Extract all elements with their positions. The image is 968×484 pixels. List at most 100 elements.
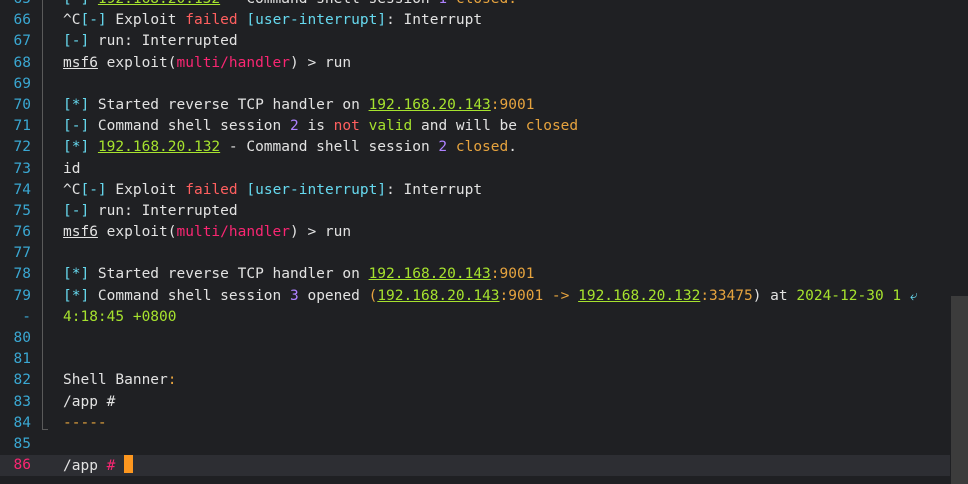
text-segment: ( — [167, 224, 177, 241]
terminal-line: 68 msf6 exploit(multi/handler) > run — [0, 53, 968, 74]
text-segment: ----- — [63, 414, 107, 431]
text-segment: : Interrupt — [386, 12, 483, 29]
text-segment: 192.168.20.132 — [97, 139, 221, 156]
text-segment: ) > run — [290, 54, 352, 71]
line-number: 66 — [13, 12, 31, 29]
terminal-line: 81 — [0, 349, 968, 370]
text-segment: :33475 — [700, 287, 753, 304]
line-number: 85 — [13, 435, 31, 452]
text-segment: msf6 — [63, 54, 98, 71]
text-segment: Started reverse TCP handler on — [89, 96, 369, 113]
terminal-line: - 4:18:45 +0800 — [0, 307, 968, 328]
text-segment: and will be — [412, 118, 526, 135]
text-segment: 192.168.20.132 — [98, 0, 220, 7]
text-segment: 2 — [438, 139, 448, 156]
line-number: 80 — [13, 330, 31, 346]
terminal-line: 79 [*] Command shell session 3 opened (19… — [0, 286, 968, 307]
text-segment: id — [63, 160, 81, 177]
vertical-scrollbar-thumb[interactable] — [951, 296, 968, 484]
text-segment: : — [167, 372, 177, 389]
line-number: 67 — [13, 33, 31, 50]
text-segment: [*] — [63, 139, 90, 156]
text-segment: . — [508, 139, 517, 156]
text-segment: closed — [525, 118, 579, 135]
line-content: id — [63, 159, 80, 180]
text-segment — [360, 118, 369, 134]
line-number: 79 — [13, 287, 31, 304]
text-segment: ^C — [63, 12, 81, 29]
text-segment: run: Interrupted — [89, 33, 238, 50]
terminal-line: 66 ^C[-] Exploit failed [user-interrupt]:… — [0, 10, 968, 31]
line-content: /app # — [63, 455, 134, 477]
terminal-line: 82 Shell Banner: — [0, 370, 968, 391]
text-segment: [user-interrupt] — [246, 181, 387, 198]
text-segment: 192.168.20.143 — [377, 287, 500, 304]
terminal-line: 70 [*] Started reverse TCP handler on 192… — [0, 95, 968, 116]
text-segment: exploit — [97, 224, 168, 241]
text-segment: 3 — [290, 287, 299, 304]
text-cursor — [124, 455, 134, 474]
line-number: 83 — [13, 393, 31, 410]
text-segment: multi/handler — [176, 54, 291, 71]
terminal-line: 73 id — [0, 159, 968, 180]
line-content: [*] Started reverse TCP handler on 192.1… — [63, 264, 534, 285]
text-segment: failed — [185, 12, 238, 29]
text-segment: 4:18:45 +0800 — [63, 308, 177, 325]
terminal-line: 75 [-] run: Interrupted — [0, 201, 968, 222]
line-number: 86 — [13, 457, 31, 474]
text-segment: :9001 — [490, 96, 535, 113]
line-number: 77 — [13, 245, 31, 262]
text-segment: failed — [185, 181, 238, 198]
line-content: [-] run: Interrupted — [63, 201, 238, 222]
terminal-line: 72 [*] 192.168.20.132 - Command shell ses… — [0, 137, 968, 158]
text-segment: is — [298, 118, 334, 135]
line-content: [*] 192.168.20.132 - Command shell sessi… — [63, 137, 517, 158]
line-content: ^C[-] Exploit failed [user-interrupt]: I… — [63, 10, 482, 31]
text-segment: :9001 -> — [499, 287, 579, 304]
line-content: msf6 exploit(multi/handler) > run — [63, 222, 351, 243]
line-content: ----- — [63, 413, 107, 434]
text-segment: Exploit — [106, 181, 186, 198]
text-segment: : Interrupt — [386, 181, 483, 198]
text-segment: - Command shell session — [220, 0, 438, 7]
text-segment: closed — [447, 139, 509, 156]
text-segment: - Command shell session — [220, 139, 439, 156]
line-content: [*] Command shell session 3 opened (192.… — [63, 286, 918, 307]
terminal-line: 67 [-] run: Interrupted — [0, 31, 968, 52]
text-segment: [user-interrupt] — [246, 12, 387, 29]
text-segment: run: Interrupted — [89, 202, 238, 219]
terminal-line: 77 — [0, 243, 968, 264]
text-segment: multi/handler — [176, 224, 291, 241]
text-segment — [115, 458, 124, 474]
terminal-line: 69 — [0, 74, 968, 95]
text-segment: ⤶ — [901, 287, 918, 304]
text-segment: [-] — [80, 12, 107, 29]
text-segment: /app # — [63, 393, 116, 410]
terminal-line: 76 msf6 exploit(multi/handler) > run — [0, 222, 968, 243]
terminal-line: 65 [*] 192.168.20.132 - Command shell ses… — [0, 0, 968, 10]
text-segment: ( — [167, 54, 177, 71]
text-segment: closed. — [447, 0, 517, 7]
line-number: 81 — [13, 351, 31, 368]
line-number: 76 — [13, 224, 31, 241]
text-segment: not — [333, 118, 360, 135]
line-number: 69 — [13, 75, 31, 92]
terminal-line: 84 ----- — [0, 413, 968, 434]
line-content: Shell Banner: — [63, 370, 177, 391]
line-content: ^C[-] Exploit failed [user-interrupt]: I… — [63, 180, 482, 201]
text-segment: [*] — [63, 287, 90, 304]
text-segment: opened — [298, 287, 369, 304]
text-segment: 2 — [290, 118, 299, 135]
line-number: 74 — [13, 181, 31, 198]
line-number: 82 — [13, 372, 31, 389]
text-segment: [*] — [63, 266, 90, 283]
terminal-editor[interactable]: 65 [*] 192.168.20.132 - Command shell ses… — [0, 0, 968, 484]
text-segment: Command shell session — [89, 287, 290, 304]
line-number: 75 — [13, 202, 31, 219]
text-segment: Shell Banner — [63, 372, 168, 389]
text-segment: 192.168.20.143 — [368, 96, 491, 113]
text-segment: /app — [63, 458, 107, 475]
text-segment: Started reverse TCP handler on — [89, 266, 369, 283]
text-segment: Exploit — [106, 12, 186, 29]
text-segment: 192.168.20.143 — [368, 266, 491, 283]
